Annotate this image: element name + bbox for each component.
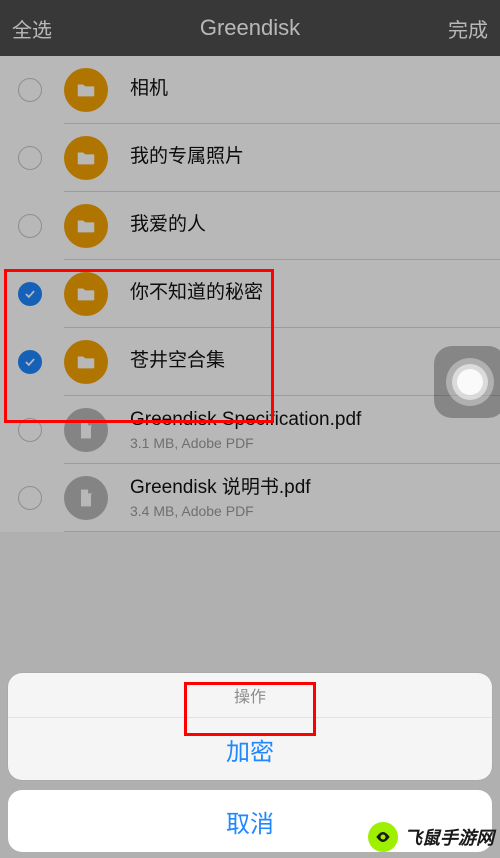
list-item[interactable]: 你不知道的秘密 <box>0 260 500 328</box>
file-icon <box>64 408 108 452</box>
selection-checkbox[interactable] <box>18 146 42 170</box>
item-title: 我爱的人 <box>130 213 206 238</box>
selection-checkbox[interactable] <box>18 214 42 238</box>
selection-checkbox[interactable] <box>18 78 42 102</box>
item-title: 你不知道的秘密 <box>130 281 263 306</box>
app-viewport: 全选 Greendisk 完成 相机 <box>0 0 500 858</box>
item-title: 我的专属照片 <box>130 145 244 170</box>
encrypt-action[interactable]: 加密 <box>8 718 492 780</box>
folder-icon <box>64 272 108 316</box>
list-item[interactable]: 苍井空合集 <box>0 328 500 396</box>
selection-checkbox[interactable] <box>18 282 42 306</box>
item-title: Greendisk Specification.pdf <box>130 408 361 433</box>
list-item[interactable]: 相机 <box>0 56 500 124</box>
folder-icon <box>64 136 108 180</box>
watermark-logo-icon <box>368 822 398 852</box>
item-title: 相机 <box>130 77 168 102</box>
item-title: 苍井空合集 <box>130 349 225 374</box>
selection-checkbox[interactable] <box>18 486 42 510</box>
assistive-touch-button[interactable] <box>434 346 500 418</box>
list-item[interactable]: Greendisk 说明书.pdf 3.4 MB, Adobe PDF <box>0 464 500 532</box>
watermark: 飞鼠手游网 <box>368 822 494 852</box>
folder-icon <box>64 204 108 248</box>
watermark-text: 飞鼠手游网 <box>404 824 494 850</box>
select-all-button[interactable]: 全选 <box>12 14 66 43</box>
list-item[interactable]: Greendisk Specification.pdf 3.1 MB, Adob… <box>0 396 500 464</box>
action-sheet-title: 操作 <box>8 673 492 718</box>
item-subtitle: 3.1 MB, Adobe PDF <box>130 435 361 451</box>
selection-checkbox[interactable] <box>18 418 42 442</box>
page-title: Greendisk <box>200 15 300 41</box>
list-item[interactable]: 我的专属照片 <box>0 124 500 192</box>
item-title: Greendisk 说明书.pdf <box>130 476 311 501</box>
selection-checkbox[interactable] <box>18 350 42 374</box>
list-item[interactable]: 我爱的人 <box>0 192 500 260</box>
item-subtitle: 3.4 MB, Adobe PDF <box>130 503 311 519</box>
done-button[interactable]: 完成 <box>434 14 488 43</box>
folder-icon <box>64 340 108 384</box>
file-icon <box>64 476 108 520</box>
file-list: 相机 我的专属照片 <box>0 56 500 532</box>
navigation-bar: 全选 Greendisk 完成 <box>0 0 500 56</box>
folder-icon <box>64 68 108 112</box>
